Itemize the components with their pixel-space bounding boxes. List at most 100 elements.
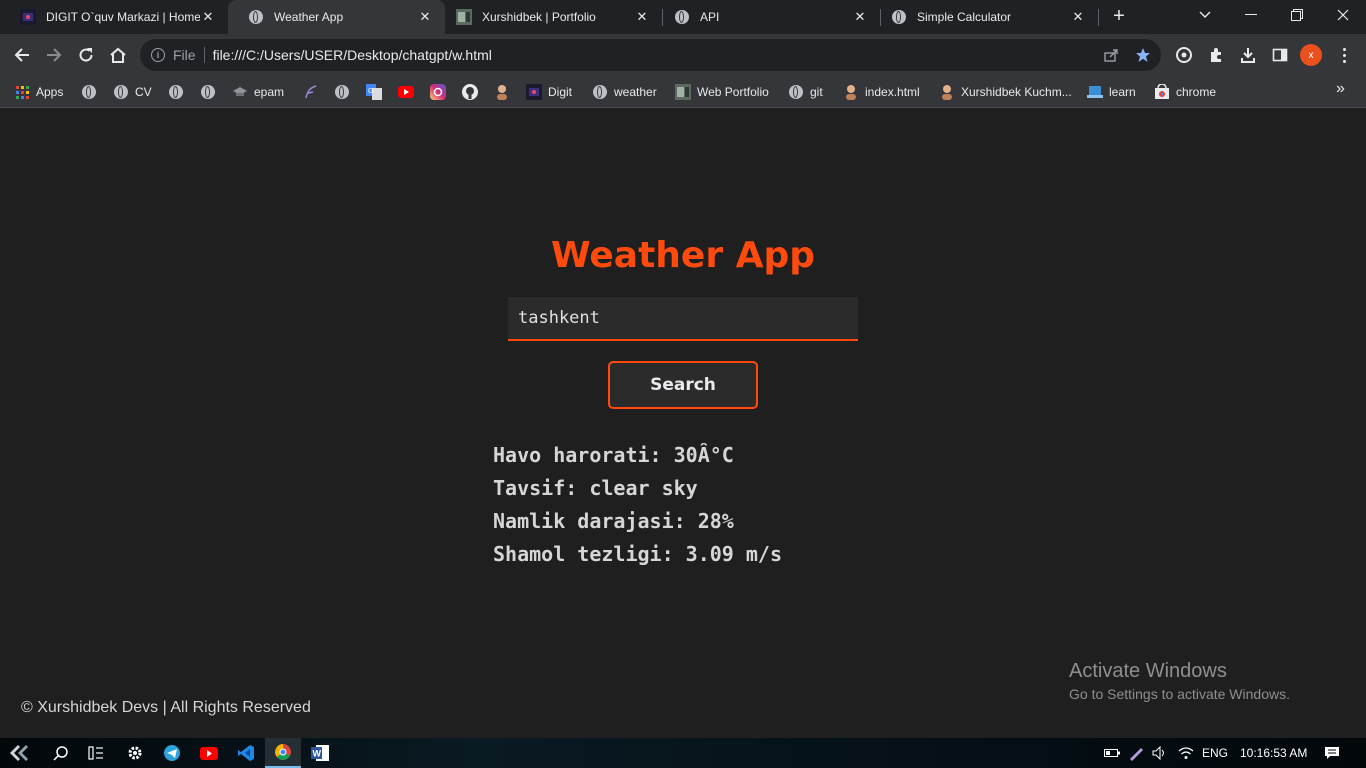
close-icon[interactable]: ✕ (1070, 9, 1086, 25)
bookmark-item[interactable]: G (366, 82, 382, 102)
bookmark-item[interactable] (334, 82, 350, 102)
globe-icon (113, 84, 129, 100)
youtube-icon[interactable] (198, 742, 220, 764)
tab-simple-calculator[interactable]: Simple Calculator ✕ (871, 0, 1098, 34)
close-icon[interactable]: ✕ (200, 9, 216, 25)
close-icon[interactable]: ✕ (417, 9, 433, 25)
bookmark-item[interactable] (81, 82, 97, 102)
avatar-icon (494, 84, 510, 100)
tab-title: API (700, 10, 720, 24)
feather-icon (303, 84, 319, 100)
url-text[interactable]: file:///C:/Users/USER/Desktop/chatgpt/w.… (213, 47, 492, 63)
description-text: Tavsif: clear sky (493, 476, 698, 500)
github-icon (462, 84, 478, 100)
bookmark-star-icon[interactable] (1131, 43, 1155, 67)
bookmarks-overflow-chevron-icon[interactable]: » (1336, 80, 1345, 98)
pen-icon[interactable] (1128, 738, 1144, 768)
chrome-store-icon (1154, 84, 1170, 100)
forward-arrow-icon[interactable] (40, 41, 68, 69)
bookmark-item[interactable] (430, 82, 446, 102)
bookmark-xurshidbek[interactable]: Xurshidbek Kuchm... (939, 82, 1072, 102)
settings-gear-icon[interactable] (124, 742, 146, 764)
info-icon[interactable]: i (151, 48, 165, 62)
restore-icon[interactable] (1274, 0, 1320, 30)
close-icon[interactable]: ✕ (852, 9, 868, 25)
search-button[interactable]: Search (608, 361, 758, 409)
bookmark-item[interactable] (494, 82, 510, 102)
bookmark-git[interactable]: git (788, 82, 823, 102)
profile-avatar[interactable]: x (1300, 44, 1322, 66)
page-title: Weather App (550, 235, 816, 276)
chrome-taskbar-icon[interactable] (265, 738, 301, 768)
instagram-icon (430, 84, 446, 100)
extensions-puzzle-icon[interactable] (1202, 41, 1230, 69)
bookmark-web-portfolio[interactable]: Web Portfolio (675, 82, 769, 102)
tab-strip: DIGIT O`quv Markazi | Home ✕ Weather App… (0, 0, 1366, 34)
side-panel-icon[interactable] (1266, 41, 1294, 69)
download-icon[interactable] (1234, 41, 1262, 69)
tab-weather-app[interactable]: Weather App ✕ (228, 0, 445, 34)
home-icon[interactable] (104, 41, 132, 69)
tab-api[interactable]: API ✕ (654, 0, 880, 34)
tab-portfolio[interactable]: Xurshidbek | Portfolio ✕ (436, 0, 662, 34)
humidity-text: Namlik darajasi: 28% (493, 509, 734, 533)
back-arrow-icon[interactable] (8, 41, 36, 69)
browser-toolbar: i File file:///C:/Users/USER/Desktop/cha… (0, 34, 1366, 76)
start-button-icon[interactable] (8, 742, 30, 764)
avatar-icon (843, 84, 859, 100)
bookmark-cv[interactable]: CV (113, 82, 152, 102)
minimize-icon[interactable] (1228, 0, 1274, 30)
bookmark-label: Digit (548, 85, 573, 99)
reload-icon[interactable] (72, 41, 100, 69)
bookmark-item[interactable] (462, 82, 478, 102)
search-icon[interactable] (50, 742, 72, 764)
bookmark-item[interactable] (168, 82, 184, 102)
bookmark-index-html[interactable]: index.html (843, 82, 920, 102)
word-icon[interactable]: W (309, 742, 331, 764)
language-indicator[interactable]: ENG (1202, 738, 1228, 768)
bookmark-chrome[interactable]: chrome (1154, 82, 1216, 102)
tab-digit[interactable]: DIGIT O`quv Markazi | Home ✕ (0, 0, 228, 34)
wifi-icon[interactable] (1178, 738, 1194, 768)
task-view-icon[interactable] (85, 742, 107, 764)
share-icon[interactable] (1099, 43, 1123, 67)
globe-icon (200, 84, 216, 100)
globe-icon (891, 9, 907, 25)
bookmark-item[interactable] (398, 82, 414, 102)
globe-icon (81, 84, 97, 100)
temperature-text: Havo harorati: 30Â°C (493, 443, 734, 467)
globe-icon (248, 9, 264, 25)
close-window-icon[interactable] (1320, 0, 1366, 30)
bookmark-apps[interactable]: Apps (14, 82, 63, 102)
avatar-icon (939, 84, 955, 100)
youtube-icon (398, 84, 414, 100)
bookmark-epam[interactable]: epam (232, 82, 284, 102)
scheme-label: File (173, 47, 196, 63)
windows-taskbar: W ENG 10:16:53 AM (0, 738, 1366, 768)
bookmark-label: chrome (1176, 85, 1217, 99)
bookmark-item[interactable] (303, 82, 319, 102)
clock[interactable]: 10:16:53 AM (1240, 738, 1307, 768)
bookmark-weather[interactable]: weather (592, 82, 657, 102)
sync-extension-icon[interactable] (1170, 41, 1198, 69)
volume-icon[interactable] (1152, 738, 1168, 768)
laptop-icon (1087, 84, 1103, 100)
bookmarks-bar: Apps CV epam G Digit weather Web Portfol… (0, 76, 1366, 108)
bookmark-learn[interactable]: learn (1087, 82, 1136, 102)
menu-kebab-icon[interactable] (1334, 44, 1354, 66)
tab-search-chevron-icon[interactable] (1182, 0, 1228, 30)
new-tab-plus-icon[interactable]: + (1108, 6, 1130, 28)
bookmark-digit[interactable]: Digit (526, 82, 572, 102)
address-bar[interactable]: i File file:///C:/Users/USER/Desktop/cha… (140, 39, 1161, 71)
city-search-input[interactable] (508, 297, 858, 341)
telegram-icon[interactable] (161, 742, 183, 764)
globe-icon (592, 84, 608, 100)
activate-windows-watermark: Activate Windows Go to Settings to activ… (1069, 660, 1290, 702)
bookmark-item[interactable] (200, 82, 216, 102)
svg-text:G: G (368, 88, 373, 95)
notifications-icon[interactable] (1324, 738, 1340, 768)
tab-title: Weather App (274, 10, 344, 24)
battery-icon[interactable] (1104, 738, 1120, 768)
vscode-icon[interactable] (235, 742, 257, 764)
close-icon[interactable]: ✕ (634, 9, 650, 25)
